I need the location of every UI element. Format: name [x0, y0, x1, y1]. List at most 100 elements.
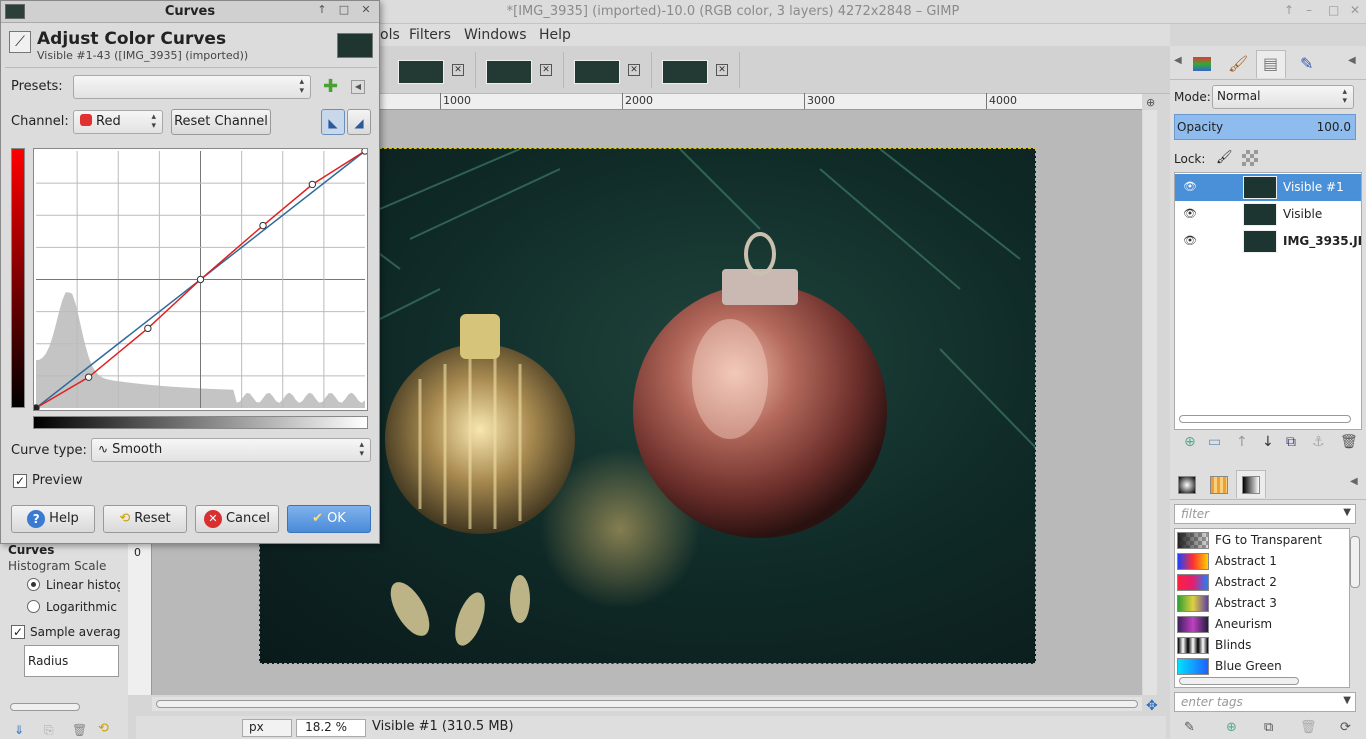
unit-select[interactable]: px — [242, 719, 292, 737]
close-icon[interactable]: ✕ — [452, 64, 464, 76]
channel-select[interactable]: Red ▴ ▾ — [73, 110, 163, 134]
image-tab[interactable]: ✕ — [480, 52, 564, 88]
vertical-scrollbar[interactable] — [1143, 110, 1157, 695]
gradient-item[interactable]: Aneurism — [1175, 614, 1349, 635]
chevron-down-icon[interactable]: ▼ — [1343, 507, 1351, 518]
curve-control-point[interactable] — [196, 275, 205, 284]
scrollbar-thumb[interactable] — [156, 700, 1138, 708]
tab-patterns[interactable] — [1204, 470, 1234, 498]
curve-control-point[interactable] — [84, 373, 93, 381]
mode-select[interactable]: Normal ▴ ▾ — [1212, 85, 1354, 109]
window-close-button[interactable]: ✕ — [1350, 3, 1360, 17]
tab-scroll-right-icon[interactable]: ◀ — [1348, 55, 1356, 66]
menu-tools-partial[interactable]: ols — [380, 27, 400, 43]
raise-layer-icon[interactable]: ↑ — [1236, 434, 1248, 450]
tab-menu-icon[interactable]: ◀ — [1350, 476, 1358, 487]
log-histogram-toggle[interactable]: ◢ — [347, 109, 371, 135]
tab-tools[interactable]: ✎ — [1292, 50, 1322, 78]
menu-filters[interactable]: Filters — [409, 27, 451, 43]
lock-alpha-icon[interactable] — [1242, 150, 1258, 166]
preview-checkbox[interactable]: ✓ — [13, 474, 27, 488]
curve-control-point[interactable] — [144, 324, 152, 333]
close-icon[interactable]: ✕ — [628, 64, 640, 76]
zoom-icon[interactable]: ⊕ — [1146, 96, 1155, 109]
gradient-item[interactable]: FG to Transparent — [1175, 530, 1349, 551]
logarithmic-histogram-radio[interactable] — [27, 600, 40, 613]
gradient-item[interactable]: Abstract 2 — [1175, 572, 1349, 593]
zoom-field[interactable]: 18.2 % — [296, 719, 366, 737]
image-tab[interactable]: ✕ — [392, 52, 476, 88]
curve-control-point[interactable] — [32, 404, 40, 412]
tab-paths[interactable]: ▤ — [1256, 50, 1286, 78]
curve-control-point[interactable] — [308, 180, 317, 189]
dialog-maximize-button[interactable]: □ — [335, 3, 353, 19]
delete-gradient-icon[interactable]: 🗑 — [1300, 720, 1317, 735]
dialog-up-button[interactable]: ↑ — [313, 3, 331, 19]
curves-graph[interactable] — [32, 147, 369, 412]
menu-windows[interactable]: Windows — [464, 27, 527, 43]
add-preset-icon[interactable]: ✚ — [323, 76, 338, 97]
curve-control-point[interactable] — [361, 147, 369, 155]
delete-preset-icon[interactable]: 🗑 — [72, 723, 87, 737]
visibility-eye-icon[interactable]: 👁 — [1183, 234, 1197, 247]
save-preset-icon[interactable]: ⇓ — [14, 723, 24, 737]
presets-select[interactable]: ▴ ▾ — [73, 75, 311, 99]
reset-options-icon[interactable]: ⟲ — [98, 721, 109, 736]
layers-scrollbar[interactable] — [1179, 415, 1351, 423]
duplicate-gradient-icon[interactable]: ⧉ — [1264, 720, 1273, 735]
gradient-item[interactable]: Blinds — [1175, 635, 1349, 656]
image-tab[interactable]: ✕ — [656, 52, 740, 88]
opacity-slider[interactable]: Opacity 100.0 — [1174, 114, 1356, 140]
cancel-button[interactable]: ✕ Cancel — [195, 505, 279, 533]
new-group-icon[interactable]: ▭ — [1208, 434, 1221, 450]
linear-histogram-radio[interactable] — [27, 578, 40, 591]
visibility-eye-icon[interactable]: 👁 — [1183, 207, 1197, 220]
menu-help[interactable]: Help — [539, 27, 571, 43]
lower-layer-icon[interactable]: ↓ — [1262, 434, 1274, 450]
restore-preset-icon[interactable]: ⎘ — [44, 723, 54, 738]
tab-brushes-lower[interactable] — [1172, 470, 1202, 498]
refresh-gradients-icon[interactable]: ⟳ — [1340, 720, 1351, 735]
sample-average-checkbox[interactable]: ✓ — [11, 625, 25, 639]
reset-button[interactable]: ⟲ Reset — [103, 505, 187, 533]
window-maximize-button[interactable]: □ — [1328, 3, 1339, 17]
window-up-button[interactable]: ↑ — [1284, 3, 1294, 17]
anchor-layer-icon[interactable]: ⚓ — [1312, 434, 1325, 450]
horizontal-scrollbar[interactable] — [152, 697, 1142, 711]
reset-channel-button[interactable]: Reset Channel — [171, 109, 271, 135]
navigate-icon[interactable]: ✥ — [1146, 698, 1158, 714]
new-gradient-icon[interactable]: ⊕ — [1226, 720, 1237, 735]
tab-gradients[interactable] — [1236, 470, 1266, 498]
image-tab[interactable]: ✕ — [568, 52, 652, 88]
dialog-close-button[interactable]: ✕ — [357, 3, 375, 19]
gradients-hscrollbar[interactable] — [1179, 677, 1299, 685]
layer-row[interactable]: 👁 IMG_3935.JPG — [1175, 228, 1361, 255]
radius-field[interactable]: Radius — [24, 645, 119, 677]
curve-control-point[interactable] — [259, 221, 267, 230]
gradient-item[interactable]: Abstract 3 — [1175, 593, 1349, 614]
lock-pixels-icon[interactable]: 🖌 — [1216, 150, 1233, 165]
gradient-item[interactable]: Abstract 1 — [1175, 551, 1349, 572]
gradient-filter-input[interactable]: filter ▼ — [1174, 504, 1356, 524]
duplicate-layer-icon[interactable]: ⧉ — [1286, 434, 1296, 450]
gradients-vscrollbar[interactable] — [1350, 536, 1360, 588]
tab-layers[interactable] — [1186, 50, 1216, 78]
tab-brushes[interactable]: 🖌 — [1220, 50, 1250, 78]
close-icon[interactable]: ✕ — [540, 64, 552, 76]
ok-button[interactable]: ✔ OK — [287, 505, 371, 533]
chevron-down-icon[interactable]: ▼ — [1343, 695, 1351, 706]
visibility-eye-icon[interactable]: 👁 — [1183, 180, 1197, 193]
tool-options-scrollbar[interactable] — [10, 703, 80, 711]
close-icon[interactable]: ✕ — [716, 64, 728, 76]
linear-histogram-toggle[interactable]: ◣ — [321, 109, 345, 135]
tab-scroll-left-icon[interactable]: ◀ — [1174, 55, 1182, 66]
layer-row[interactable]: 👁 Visible — [1175, 201, 1361, 228]
delete-layer-icon[interactable]: 🗑 — [1340, 434, 1358, 450]
window-minimize-button[interactable]: – — [1306, 3, 1312, 17]
gradient-item[interactable]: Blue Green — [1175, 656, 1349, 677]
curve-type-select[interactable]: ∿ Smooth ▴ ▾ — [91, 438, 371, 462]
edit-gradient-icon[interactable]: ✎ — [1184, 720, 1195, 735]
presets-menu-icon[interactable]: ◀ — [351, 80, 365, 94]
tags-input[interactable]: enter tags ▼ — [1174, 692, 1356, 712]
help-button[interactable]: ? Help — [11, 505, 95, 533]
